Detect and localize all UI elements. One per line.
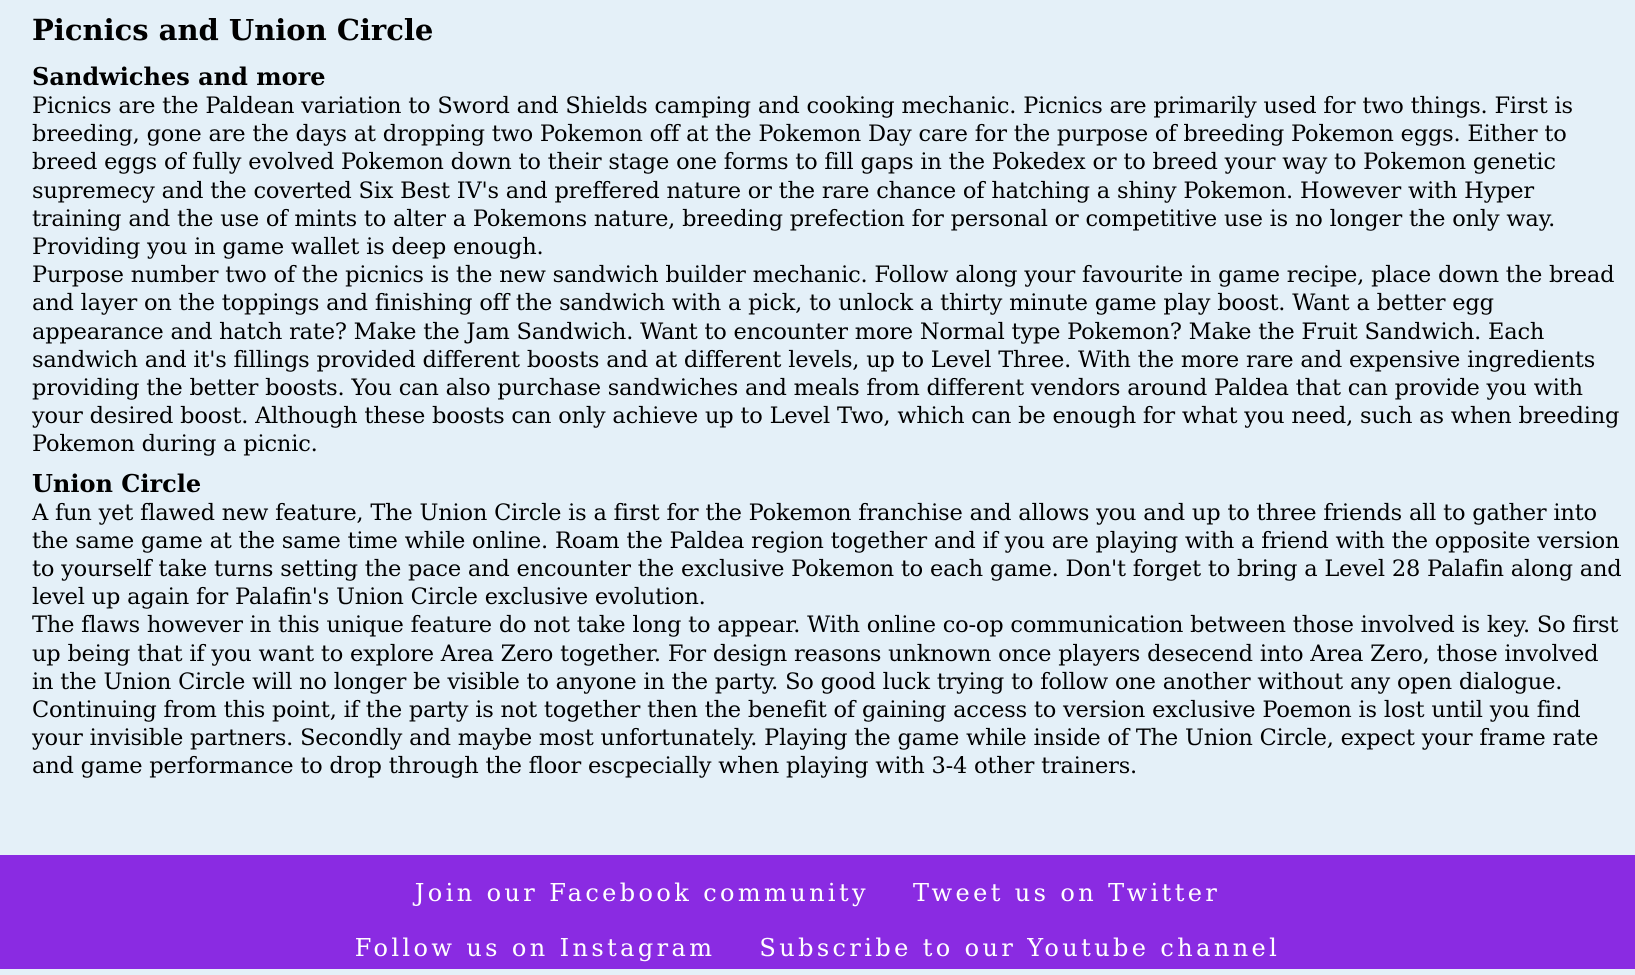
section-sandwiches: Sandwiches and more Picnics are the Pald… bbox=[32, 62, 1622, 459]
footer: Join our Facebook community Tweet us on … bbox=[0, 855, 1635, 969]
paragraph-union-circle-intro: A fun yet flawed new feature, The Union … bbox=[32, 499, 1622, 611]
paragraph-breeding: Picnics are the Paldean variation to Swo… bbox=[32, 93, 1573, 261]
instagram-link[interactable]: Follow us on Instagram bbox=[355, 934, 716, 962]
footer-row-bottom: Follow us on Instagram Subscribe to our … bbox=[0, 920, 1635, 975]
paragraph-sandwich-builder: Purpose number two of the picnics is the… bbox=[32, 262, 1620, 458]
page-title: Picnics and Union Circle bbox=[32, 13, 434, 47]
twitter-link[interactable]: Tweet us on Twitter bbox=[913, 879, 1220, 907]
section-heading-sandwiches: Sandwiches and more bbox=[32, 62, 326, 91]
main-content: Picnics and Union Circle Sandwiches and … bbox=[32, 12, 1622, 791]
footer-row-top: Join our Facebook community Tweet us on … bbox=[0, 865, 1635, 920]
section-heading-union-circle: Union Circle bbox=[32, 468, 202, 498]
facebook-link[interactable]: Join our Facebook community bbox=[415, 879, 869, 907]
paragraph-union-circle-flaws: The flaws however in this unique feature… bbox=[32, 612, 1619, 780]
section-union-circle: Union Circle A fun yet flawed new featur… bbox=[32, 469, 1622, 781]
youtube-link[interactable]: Subscribe to our Youtube channel bbox=[759, 934, 1280, 962]
